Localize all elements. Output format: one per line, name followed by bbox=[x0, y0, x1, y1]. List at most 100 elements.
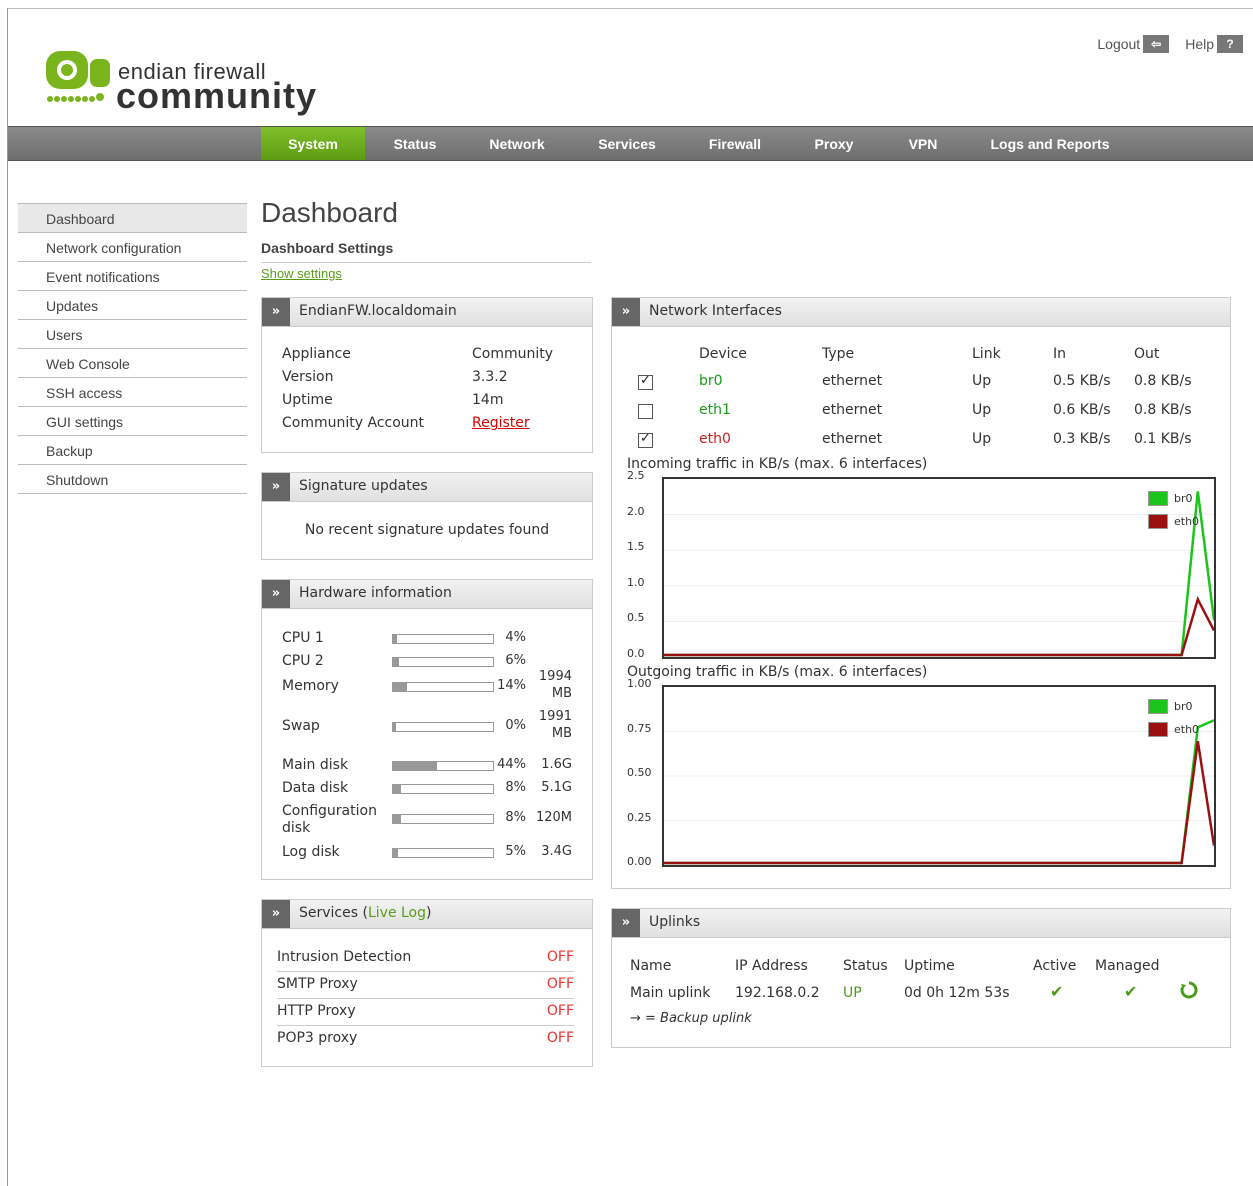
interfaces-panel: » Network Interfaces Device Type Link In… bbox=[611, 297, 1231, 889]
sidebar-item-ssh-access[interactable]: SSH access bbox=[18, 378, 247, 407]
collapse-toggle-icon[interactable]: » bbox=[262, 473, 290, 501]
signature-panel: » Signature updates No recent signature … bbox=[261, 472, 593, 560]
incoming-chart-title: Incoming traffic in KB/s (max. 6 interfa… bbox=[627, 456, 928, 472]
hardware-label: CPU 2 bbox=[282, 653, 324, 669]
interface-checkbox[interactable] bbox=[638, 431, 653, 448]
endian-logo-mark bbox=[46, 51, 110, 102]
nav-system[interactable]: System bbox=[261, 127, 365, 160]
col-device: Device bbox=[699, 346, 747, 362]
live-log-link[interactable]: Live Log bbox=[368, 905, 426, 921]
interface-checkbox[interactable] bbox=[638, 373, 653, 390]
col-out: Out bbox=[1134, 346, 1160, 362]
sidebar-item-users[interactable]: Users bbox=[18, 320, 247, 349]
service-status[interactable]: OFF bbox=[547, 949, 574, 965]
sidebar-item-backup[interactable]: Backup bbox=[18, 436, 247, 465]
reconnect-icon[interactable] bbox=[1180, 981, 1198, 999]
nav-logs-and-reports[interactable]: Logs and Reports bbox=[978, 127, 1122, 160]
interface-link: Up bbox=[972, 402, 992, 418]
sidebar-item-event-notifications[interactable]: Event notifications bbox=[18, 262, 247, 291]
service-name: HTTP Proxy bbox=[277, 1003, 356, 1019]
interface-link: Up bbox=[972, 373, 992, 389]
service-status[interactable]: OFF bbox=[547, 1003, 574, 1019]
host-panel-title: EndianFW.localdomain bbox=[299, 303, 457, 319]
usage-percent: 5% bbox=[505, 844, 526, 859]
register-link[interactable]: Register bbox=[472, 415, 530, 431]
sidebar-item-dashboard[interactable]: Dashboard bbox=[18, 203, 247, 233]
active-check-icon[interactable]: ✔ bbox=[1050, 982, 1063, 1001]
uplinks-panel-header: » Uplinks bbox=[612, 909, 1230, 938]
service-row: Intrusion Detection OFF bbox=[277, 945, 574, 972]
logo-text-bottom: community bbox=[116, 75, 318, 116]
endian-logo[interactable]: endian firewall community bbox=[44, 49, 316, 119]
uplink-status: UP bbox=[843, 985, 862, 1001]
hardware-label: Swap bbox=[282, 718, 320, 734]
service-status[interactable]: OFF bbox=[547, 1030, 574, 1046]
usage-bar bbox=[392, 682, 494, 692]
managed-check-icon[interactable]: ✔ bbox=[1124, 982, 1137, 1001]
services-panel: » Services (Live Log) Intrusion Detectio… bbox=[261, 899, 593, 1067]
col-ip-address: IP Address bbox=[735, 958, 808, 974]
sidebar-item-web-console[interactable]: Web Console bbox=[18, 349, 247, 378]
size-value: 1994 MB bbox=[538, 669, 572, 701]
col-active: Active bbox=[1033, 958, 1077, 974]
col-name: Name bbox=[630, 958, 672, 974]
host-panel: » EndianFW.localdomain Appliance Communi… bbox=[261, 297, 593, 453]
nav-firewall[interactable]: Firewall bbox=[696, 127, 774, 160]
uplinks-panel: » Uplinks Name IP Address Status Uptime … bbox=[611, 908, 1231, 1048]
show-settings-link[interactable]: Show settings bbox=[261, 266, 342, 281]
uplink-uptime: 0d 0h 12m 53s bbox=[904, 985, 1010, 1001]
usage-bar-fill bbox=[393, 815, 401, 823]
logout-icon: ⇦ bbox=[1143, 35, 1170, 53]
nav-services[interactable]: Services bbox=[586, 127, 668, 160]
series-line-br0 bbox=[664, 719, 1214, 865]
signature-panel-header: » Signature updates bbox=[262, 473, 592, 502]
y-tick-label: 0.25 bbox=[627, 810, 652, 824]
usage-bar bbox=[392, 761, 494, 771]
legend-label: eth0 bbox=[1174, 515, 1200, 528]
size-value: 120M bbox=[535, 810, 572, 825]
collapse-toggle-icon[interactable]: » bbox=[612, 909, 640, 937]
outgoing-chart-title: Outgoing traffic in KB/s (max. 6 interfa… bbox=[627, 664, 928, 680]
interface-checkbox[interactable] bbox=[638, 404, 653, 419]
legend-label: br0 bbox=[1174, 700, 1193, 713]
nav-status[interactable]: Status bbox=[376, 127, 454, 160]
usage-bar bbox=[392, 722, 494, 732]
y-tick-label: 1.5 bbox=[627, 540, 645, 554]
collapse-toggle-icon[interactable]: » bbox=[262, 900, 290, 928]
usage-bar bbox=[392, 784, 494, 794]
nav-network[interactable]: Network bbox=[476, 127, 558, 160]
chart-plot bbox=[664, 719, 1214, 865]
help-link[interactable]: Help ? bbox=[1185, 35, 1243, 53]
uptime-value: 14m bbox=[472, 392, 504, 408]
interface-type: ethernet bbox=[822, 373, 883, 389]
collapse-toggle-icon[interactable]: » bbox=[262, 298, 290, 326]
sidebar-item-gui-settings[interactable]: GUI settings bbox=[18, 407, 247, 436]
interface-device: br0 bbox=[699, 373, 723, 389]
usage-bar-fill bbox=[393, 785, 401, 793]
sidebar-item-network-configuration[interactable]: Network configuration bbox=[18, 233, 247, 262]
usage-bar-fill bbox=[393, 762, 437, 770]
y-tick-label: 1.0 bbox=[627, 575, 645, 589]
service-row: HTTP Proxy OFF bbox=[277, 999, 574, 1026]
size-value: 5.1G bbox=[541, 780, 572, 795]
service-status[interactable]: OFF bbox=[547, 976, 574, 992]
sidebar-item-shutdown[interactable]: Shutdown bbox=[18, 465, 247, 494]
version-label: Version bbox=[282, 369, 334, 385]
hardware-label: Main disk bbox=[282, 757, 349, 773]
usage-bar bbox=[392, 657, 494, 667]
legend-swatch bbox=[1148, 491, 1168, 506]
collapse-toggle-icon[interactable]: » bbox=[612, 298, 640, 326]
interface-in: 0.6 KB/s bbox=[1053, 402, 1111, 418]
nav-vpn[interactable]: VPN bbox=[893, 127, 953, 160]
sidebar-item-updates[interactable]: Updates bbox=[18, 291, 247, 320]
usage-bar-fill bbox=[393, 658, 399, 666]
col-link: Link bbox=[972, 346, 1001, 362]
hardware-panel-header: » Hardware information bbox=[262, 580, 592, 609]
backup-uplink-note: → = Backup uplink bbox=[630, 1011, 752, 1026]
usage-bar bbox=[392, 848, 494, 858]
appliance-label: Appliance bbox=[282, 346, 351, 362]
logout-link[interactable]: Logout ⇦ bbox=[1097, 35, 1170, 53]
nav-proxy[interactable]: Proxy bbox=[798, 127, 870, 160]
hardware-label: CPU 1 bbox=[282, 630, 324, 646]
collapse-toggle-icon[interactable]: » bbox=[262, 580, 290, 608]
